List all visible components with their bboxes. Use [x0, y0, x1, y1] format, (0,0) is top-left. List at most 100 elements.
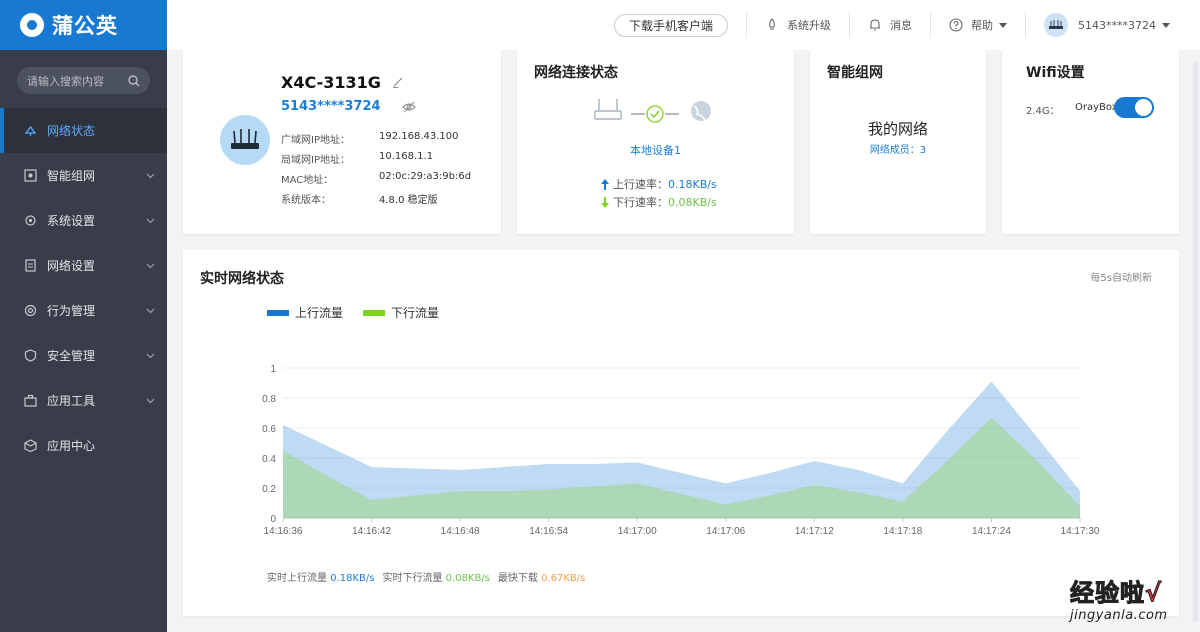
watermark-check: √ [1144, 579, 1163, 608]
sidebar-item-label: 行为管理 [47, 304, 96, 318]
y-tick-label: 0 [270, 514, 276, 525]
sidebar-item-label: 应用工具 [47, 394, 96, 408]
upstream-rate-value: 0.18KB/s [668, 177, 717, 191]
mac-label: MAC地址： [281, 175, 334, 186]
watermark-top: 经验啦√ [1070, 573, 1194, 608]
stat-upload-label: 实时上行流量 [267, 573, 327, 584]
sidebar-item-security-management[interactable]: 安全管理 [0, 333, 167, 378]
connection-diagram [594, 99, 711, 123]
sidebar: 蒲公英 请输入搜索内容 网络状态 智能组网 系统设置 网络设置 行为管理 安全管… [0, 0, 167, 632]
stat-download: 实时下行流量 0.08KB/s [382, 569, 489, 584]
downstream-rate-value: 0.08KB/s [668, 195, 717, 209]
router-icon [231, 129, 259, 149]
stat-max-download-value: 0.67KB/s [541, 573, 586, 584]
x-tick-label: 14:17:30 [1061, 526, 1100, 537]
stat-max-download: 最快下载 0.67KB/s [498, 569, 585, 584]
shield-icon [24, 349, 37, 362]
toolbox-icon [24, 394, 37, 407]
lan-ip-label: 局域网IP地址： [281, 155, 350, 166]
bell-icon [870, 19, 880, 31]
sidebar-item-label: 安全管理 [47, 349, 96, 363]
device-avatar [220, 115, 270, 165]
system-upgrade-label: 系统升级 [787, 19, 831, 32]
messages-button[interactable]: 消息 [850, 0, 930, 50]
download-app-button[interactable]: 下载手机客户端 [613, 13, 728, 37]
traffic-stats: 实时上行流量 0.18KB/s 实时下行流量 0.08KB/s 最快下载 0.6… [267, 569, 593, 584]
cube-icon [24, 439, 37, 452]
sidebar-item-app-tools[interactable]: 应用工具 [0, 378, 167, 423]
help-menu[interactable]: 帮助 [931, 0, 1025, 50]
sidebar-item-app-center[interactable]: 应用中心 [0, 423, 167, 468]
y-tick-label: 0.4 [262, 454, 276, 465]
sidebar-item-label: 网络状态 [47, 124, 96, 138]
user-menu[interactable]: 5143****3724 [1026, 0, 1188, 50]
upstream-rate-label: 上行速率： [613, 178, 668, 191]
hide-eye-icon[interactable] [402, 101, 416, 113]
search-icon[interactable] [128, 74, 140, 87]
downstream-rate-label: 下行速率： [613, 196, 668, 209]
target-icon [24, 304, 37, 317]
wifi-settings-card: Wifi设置 2.4G： OrayBox [1002, 50, 1179, 234]
toggle-knob [1135, 99, 1152, 116]
wifi-ssid: OrayBox [1075, 102, 1118, 113]
arrow-down-icon [601, 196, 609, 208]
stat-upload-value: 0.18KB/s [330, 573, 375, 584]
x-tick-label: 14:17:12 [795, 526, 834, 537]
stat-max-download-label: 最快下载 [497, 573, 538, 584]
check-circle-icon [646, 105, 664, 123]
downstream-rate: 下行速率： 0.08KB/s [601, 194, 717, 210]
dandelion-logo-icon [20, 13, 44, 37]
local-device-link[interactable]: 本地设备1 [517, 142, 794, 158]
sidebar-item-network-settings[interactable]: 网络设置 [0, 243, 167, 288]
edit-icon[interactable] [392, 76, 404, 88]
chevron-down-icon [146, 353, 155, 359]
avatar [1044, 13, 1068, 37]
search-input[interactable]: 请输入搜索内容 [17, 67, 150, 94]
smart-network-card: 智能组网 我的网络 网络成员：3 [810, 50, 986, 234]
scrollbar[interactable] [1193, 62, 1198, 622]
caret-down-icon [1162, 22, 1170, 28]
sidebar-item-smart-network[interactable]: 智能组网 [0, 153, 167, 198]
device-info-card: X4C-3131G 5143****3724 广域网IP地址： 192.168.… [183, 50, 501, 234]
upstream-rate: 上行速率： 0.18KB/s [601, 176, 717, 192]
caret-down-icon [999, 22, 1007, 28]
messages-label: 消息 [890, 19, 912, 32]
sidebar-item-behavior-management[interactable]: 行为管理 [0, 288, 167, 333]
chevron-down-icon [146, 173, 155, 179]
y-tick-label: 1 [270, 364, 276, 375]
wifi-toggle[interactable] [1114, 97, 1154, 118]
sidebar-item-system-settings[interactable]: 系统设置 [0, 198, 167, 243]
chevron-down-icon [146, 398, 155, 404]
x-tick-label: 14:17:24 [972, 526, 1011, 537]
router-icon [594, 99, 622, 120]
network-members[interactable]: 网络成员：3 [810, 141, 986, 156]
device-id: 5143****3724 [281, 99, 381, 114]
user-name: 5143****3724 [1078, 18, 1156, 32]
arrow-up-icon [601, 178, 609, 190]
y-tick-label: 0.6 [262, 424, 276, 435]
document-icon [25, 259, 36, 272]
logo[interactable]: 蒲公英 [0, 0, 167, 50]
globe-icon [691, 101, 711, 121]
wifi-title: Wifi设置 [1026, 65, 1085, 81]
system-upgrade-button[interactable]: 系统升级 [747, 0, 849, 50]
smart-network-title: 智能组网 [827, 65, 883, 81]
sidebar-item-network-status[interactable]: 网络状态 [0, 108, 167, 153]
gear-icon [25, 215, 36, 226]
watermark-bottom: jingyanla.com [1070, 608, 1168, 623]
x-tick-label: 14:17:18 [883, 526, 922, 537]
chevron-down-icon [146, 308, 155, 314]
x-tick-label: 14:16:36 [264, 526, 303, 537]
chevron-down-icon [146, 218, 155, 224]
device-name: X4C-3131G [281, 73, 381, 92]
network-name[interactable]: 我的网络 [810, 118, 986, 139]
stat-upload: 实时上行流量 0.18KB/s [267, 569, 374, 584]
mac-value: 02:0c:29:a3:9b:6d [379, 171, 472, 182]
connection-title: 网络连接状态 [534, 65, 618, 81]
sidebar-item-label: 应用中心 [47, 439, 96, 453]
realtime-network-card: 实时网络状态 每5s自动刷新 上行流量 下行流量 0 0.2 0.4 0.6 0.8 1 1… [183, 250, 1179, 616]
lan-ip-value: 10.168.1.1 [379, 151, 434, 162]
x-tick-label: 14:16:48 [441, 526, 480, 537]
logo-text: 蒲公英 [52, 14, 118, 38]
version-label: 系统版本： [281, 195, 331, 206]
